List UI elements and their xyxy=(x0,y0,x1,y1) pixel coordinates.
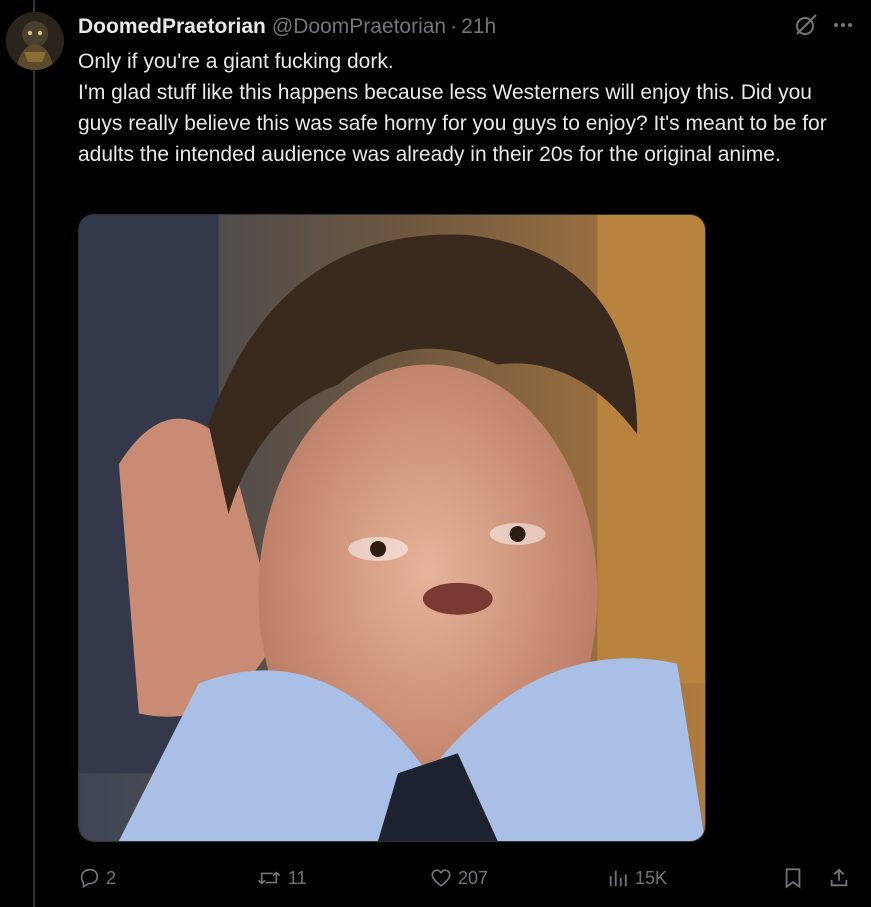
timestamp[interactable]: 21h xyxy=(461,15,496,39)
bookmark-button[interactable] xyxy=(782,866,804,890)
like-icon xyxy=(431,869,451,887)
grok-icon[interactable] xyxy=(793,12,819,38)
repost-icon xyxy=(257,871,281,885)
thread-line xyxy=(33,0,35,907)
views-icon xyxy=(609,870,627,887)
reply-icon xyxy=(80,868,99,889)
repost-button[interactable]: 11 xyxy=(256,867,307,889)
view-count: 15K xyxy=(635,867,668,888)
tweet-line: I'm glad stuff like this happens because… xyxy=(78,81,827,166)
repost-count: 11 xyxy=(288,867,307,888)
tweet-image[interactable] xyxy=(78,214,706,842)
tweet-line: Only if you're a giant fucking dork. xyxy=(78,50,394,73)
bookmark-icon xyxy=(785,868,801,889)
tweet-header: DoomedPraetorian @DoomPraetorian · 21h xyxy=(78,14,496,40)
more-icon[interactable] xyxy=(831,13,855,37)
user-handle[interactable]: @DoomPraetorian xyxy=(272,15,446,39)
views-button[interactable]: 15K xyxy=(607,867,667,889)
avatar[interactable] xyxy=(6,12,64,70)
action-bar: 2 11 207 15K xyxy=(78,860,855,896)
share-icon xyxy=(830,868,848,887)
tweet-text: Only if you're a giant fucking dork. I'm… xyxy=(78,46,848,170)
display-name[interactable]: DoomedPraetorian xyxy=(78,15,266,39)
reply-count: 2 xyxy=(106,867,117,888)
like-button[interactable]: 207 xyxy=(430,867,488,889)
like-count: 207 xyxy=(458,867,489,888)
reply-button[interactable]: 2 xyxy=(78,867,116,889)
separator-dot: · xyxy=(450,15,458,38)
top-icons xyxy=(793,12,855,38)
share-button[interactable] xyxy=(828,866,850,890)
